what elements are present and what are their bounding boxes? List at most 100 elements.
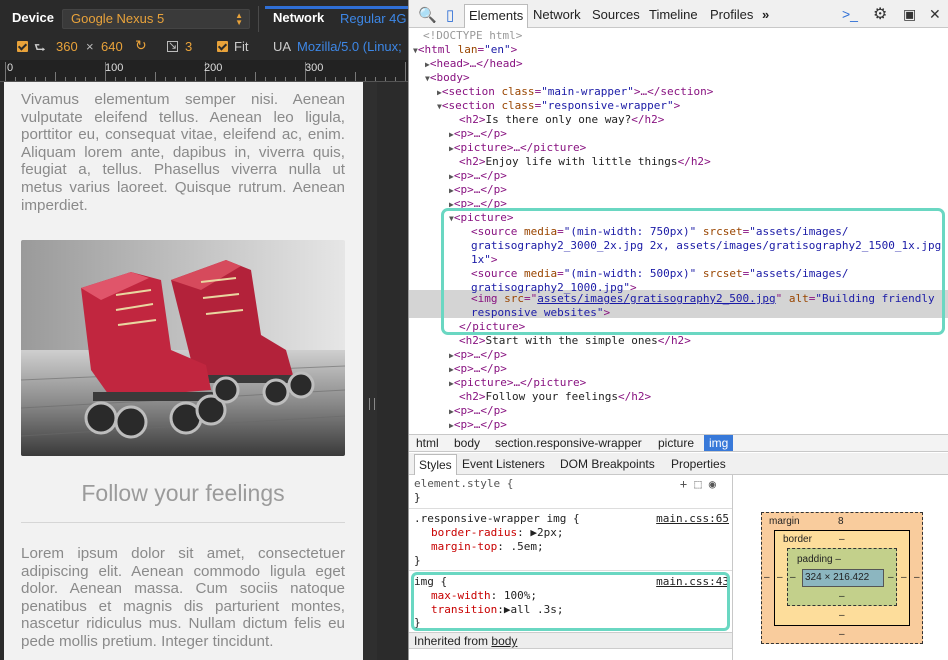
padding-bottom-value: – — [839, 591, 845, 602]
devtools-panel: 🔍 ▯ Elements Network Sources Timeline Pr… — [408, 0, 948, 660]
picture-highlight — [441, 208, 945, 335]
dom-node[interactable]: <h2>Follow your feelings</h2> — [459, 390, 651, 404]
network-label: Network — [273, 10, 325, 25]
scale-icon: ↘ — [167, 40, 178, 52]
tab-event-listeners[interactable]: Event Listeners — [462, 457, 545, 471]
ruler-label: 200 — [204, 62, 223, 74]
tab-properties[interactable]: Properties — [671, 457, 726, 471]
tab-styles[interactable]: Styles — [414, 454, 457, 475]
device-emulator: Device Google Nexus 5 ▲ ▼ Network Regular… — [0, 0, 408, 660]
select-arrows-icon: ▲ ▼ — [235, 11, 243, 27]
dom-node[interactable]: <h2>Start with the simple ones</h2> — [459, 334, 691, 348]
skates-image[interactable] — [21, 240, 345, 456]
margin-left-value: – — [764, 572, 770, 583]
section-heading: Follow your feelings — [81, 480, 285, 506]
sidebar-tabs: Styles Event Listeners DOM Breakpoints P… — [409, 453, 948, 475]
more-tabs-button[interactable]: » — [762, 7, 769, 22]
dom-node[interactable]: ▶<p>…</p> — [449, 183, 507, 197]
tab-network[interactable]: Network — [533, 7, 581, 22]
height-field[interactable]: 640 — [101, 39, 123, 54]
device-mode-icon[interactable]: ▯ — [446, 6, 454, 24]
tab-dom-breakpoints[interactable]: DOM Breakpoints — [560, 457, 655, 471]
dom-node[interactable]: ▶<p>…</p> — [449, 362, 507, 376]
margin-right-value: – — [914, 572, 920, 583]
ua-field[interactable]: Mozilla/5.0 (Linux; — [297, 39, 402, 54]
styles-pane[interactable]: element.style { + ⬚ ◉ } .responsive-wrap… — [409, 475, 732, 660]
width-field[interactable]: 360 — [56, 39, 78, 54]
search-icon[interactable]: 🔍 — [418, 6, 437, 24]
ruler-tick — [405, 62, 406, 82]
padding-left-value: – — [790, 572, 796, 583]
tab-profiles[interactable]: Profiles — [710, 7, 753, 22]
ruler-label: 0 — [7, 62, 14, 74]
tab-elements[interactable]: Elements — [464, 4, 529, 28]
crumb-body[interactable]: body — [454, 436, 480, 450]
crumb-section[interactable]: section.responsive-wrapper — [495, 436, 642, 450]
dom-node[interactable]: ▼<section class="responsive-wrapper"> — [437, 99, 680, 113]
crumb-picture[interactable]: picture — [658, 436, 694, 450]
device-select[interactable]: Google Nexus 5 ▲ ▼ — [62, 9, 250, 29]
dom-node[interactable]: <h2>Is there only one way?</h2> — [459, 113, 664, 127]
gear-icon[interactable]: ⚙ — [873, 4, 887, 24]
device-label: Device — [12, 10, 54, 25]
times-sign: × — [86, 39, 94, 54]
emulator-gutter — [377, 82, 408, 660]
padding-label: padding – — [797, 554, 841, 565]
doctype-node: <!DOCTYPE html> — [423, 29, 523, 42]
fit-checkbox[interactable] — [217, 41, 228, 52]
inherited-header: Inherited from body — [409, 632, 732, 649]
tab-timeline[interactable]: Timeline — [649, 7, 698, 22]
ruler-tick — [5, 62, 6, 82]
crumb-html[interactable]: html — [416, 436, 439, 450]
element-style-rule[interactable]: element.style { + ⬚ ◉ } — [409, 475, 732, 509]
ruler: 0 100 200 300 — [0, 60, 408, 82]
new-rule-icon[interactable]: + ⬚ ◉ — [680, 477, 716, 491]
device-select-value: Google Nexus 5 — [71, 11, 165, 26]
margin-label: margin — [769, 516, 800, 527]
body-paragraph: Vivamus elementum semper nisi. Aenean vu… — [21, 91, 345, 214]
dom-node[interactable]: ▶<p>…</p> — [449, 348, 507, 362]
emulated-viewport[interactable]: Vivamus elementum semper nisi. Aenean vu… — [4, 82, 363, 660]
emulation-toolbar: Device Google Nexus 5 ▲ ▼ Network Regular… — [0, 0, 408, 34]
dom-node[interactable]: ▶<picture>…</picture> — [449, 376, 586, 390]
scale-field[interactable]: 3 — [185, 39, 192, 54]
dom-node[interactable]: ▶<p>…</p> — [449, 169, 507, 183]
grip-icon — [369, 398, 375, 410]
device-metrics-toolbar: ⮑ 360 × 640 ↻ ↘ 3 Fit UA Mozilla/5.0 (Li… — [0, 34, 408, 60]
rule-highlight — [411, 572, 730, 631]
breadcrumb: html body section.responsive-wrapper pic… — [409, 434, 948, 452]
rule-selector: .responsive-wrapper img { — [414, 512, 580, 525]
network-select[interactable]: Regular 4G — [340, 11, 406, 26]
resolution-checkbox[interactable] — [17, 41, 28, 52]
close-icon[interactable]: ✕ — [929, 6, 941, 23]
dom-node[interactable]: ▶<p>…</p> — [449, 404, 507, 418]
devtools-toolbar: 🔍 ▯ Elements Network Sources Timeline Pr… — [409, 0, 948, 28]
css-rule[interactable]: .responsive-wrapper img { main.css:65 bo… — [409, 509, 732, 571]
ua-label: UA — [273, 39, 292, 54]
ruler-label: 100 — [105, 62, 124, 74]
resize-icon: ⮑ — [34, 40, 46, 55]
elements-tree[interactable]: <!DOCTYPE html> ▼<html lan="en"> ▶<head>… — [409, 28, 948, 434]
body-paragraph: Lorem ipsum dolor sit amet, consectetuer… — [21, 545, 345, 650]
swap-dimensions-icon[interactable]: ↻ — [135, 37, 147, 54]
padding-right-value: – — [888, 572, 894, 583]
margin-bottom-value: – — [839, 629, 845, 640]
fit-label: Fit — [234, 39, 249, 54]
border-label: border — [783, 534, 812, 545]
dom-node[interactable]: ▶<p>…</p> — [449, 127, 507, 141]
dom-node[interactable]: ▶<section class="main-wrapper">…</sectio… — [437, 85, 713, 99]
tab-sources[interactable]: Sources — [592, 7, 640, 22]
dom-node[interactable]: ▶<p>…</p> — [449, 418, 507, 432]
dom-node[interactable]: ▶<picture>…</picture> — [449, 141, 586, 155]
border-right-value: – — [901, 572, 907, 583]
dom-node[interactable]: <h2>Enjoy life with little things</h2> — [459, 155, 711, 169]
margin-top-value: 8 — [838, 516, 844, 527]
rule-source-link[interactable]: main.css:65 — [656, 512, 729, 526]
console-icon[interactable]: >_ — [842, 6, 858, 22]
crumb-img[interactable]: img — [704, 435, 734, 451]
divider — [21, 522, 345, 523]
resize-handle[interactable] — [363, 82, 377, 660]
dock-icon[interactable]: ▣ — [903, 6, 916, 23]
inherited-link[interactable]: body — [491, 634, 517, 648]
content-size: 324 × 216.422 — [805, 572, 870, 583]
